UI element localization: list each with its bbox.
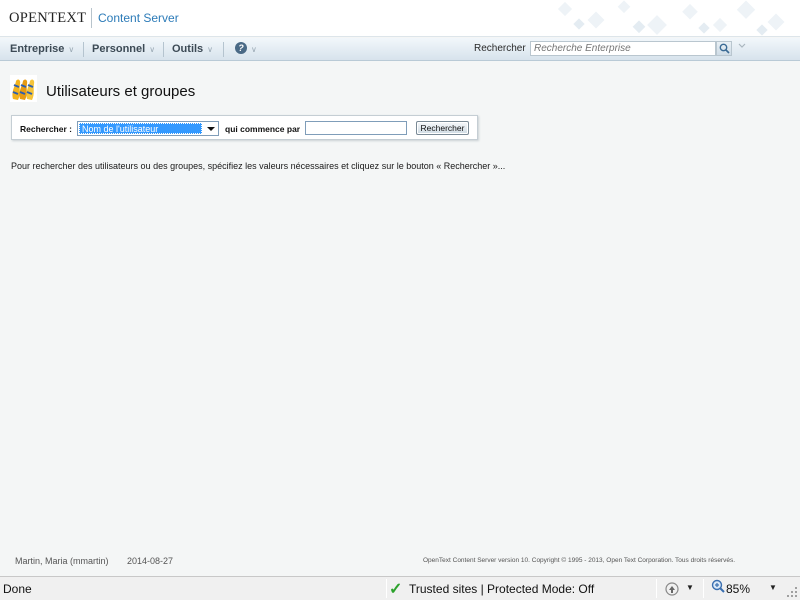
search-field-select[interactable]: Nom de l'utilisateur: [77, 121, 219, 136]
search-label: Rechercher: [474, 43, 526, 54]
menu-divider: [163, 42, 164, 57]
resize-grip-icon[interactable]: [786, 586, 798, 598]
menu-tools-label: Outils: [172, 43, 204, 55]
menu-help[interactable]: ? ∨: [235, 38, 257, 61]
menu-divider: [83, 42, 84, 57]
status-divider: [656, 579, 657, 598]
chevron-down-icon: ∨: [251, 45, 257, 54]
search-options-icon: [738, 43, 746, 48]
search-icon: [719, 43, 730, 54]
menu-personal[interactable]: Personnel ∨: [92, 38, 155, 61]
zoom-icon[interactable]: [711, 579, 725, 596]
logo-text: Text: [48, 10, 87, 26]
chevron-down-icon: ∨: [207, 45, 214, 54]
product-name: Content Server: [98, 11, 179, 25]
status-text: Done: [3, 582, 32, 596]
status-divider: [703, 579, 704, 598]
security-zone-text[interactable]: Trusted sites | Protected Mode: Off: [409, 582, 594, 596]
footer-date: 2014-08-27: [127, 556, 174, 566]
chevron-down-icon[interactable]: ▼: [686, 583, 694, 592]
operator-label: qui commence par: [225, 124, 301, 134]
user-group-search-form: Rechercher : Nom de l'utilisateur qui co…: [11, 115, 478, 140]
header-decoration: [557, 0, 785, 36]
menu-enterprise-label: Entreprise: [10, 43, 65, 55]
logo-open: Open: [9, 10, 49, 26]
global-menu-bar: Entreprise ∨ Personnel ∨ Outils ∨ ? ∨ Recher…: [0, 38, 800, 61]
app-header: OpenText Content Server: [0, 0, 800, 37]
copyright-notice: OpenText Content Server version 10. Copy…: [423, 557, 736, 564]
chevron-down-icon[interactable]: ▼: [769, 583, 777, 592]
opentext-logo: OpenText: [9, 10, 86, 27]
search-button[interactable]: [716, 41, 732, 56]
popup-blocker-icon[interactable]: [664, 581, 680, 597]
enterprise-search-input[interactable]: [530, 41, 716, 56]
find-button[interactable]: Rechercher: [416, 121, 469, 135]
logo-divider: [91, 8, 92, 28]
browser-page: OpenText Content Server Entreprise ∨ Pers…: [0, 0, 800, 600]
chevron-down-icon: ∨: [68, 45, 75, 54]
users-groups-icon: [10, 75, 37, 102]
chevron-down-icon: ∨: [149, 45, 156, 54]
page-title: Utilisateurs et groupes: [46, 83, 196, 100]
help-icon: ?: [235, 42, 247, 55]
check-icon: ✓: [389, 581, 403, 598]
browser-status-bar: Done ✓ Trusted sites | Protected Mode: O…: [0, 576, 800, 600]
search-options-button[interactable]: [736, 41, 748, 56]
menu-enterprise[interactable]: Entreprise ∨: [10, 38, 74, 61]
zoom-level[interactable]: 85%: [726, 582, 750, 596]
chevron-down-icon[interactable]: [205, 123, 217, 134]
current-user: Martin, Maria (mmartin): [15, 556, 109, 566]
search-value-input[interactable]: [305, 121, 407, 135]
search-instructions: Pour rechercher des utilisateurs ou des …: [11, 161, 506, 171]
menu-personal-label: Personnel: [92, 43, 146, 55]
search-field-label: Rechercher :: [20, 124, 72, 134]
menu-divider: [223, 42, 224, 57]
search-field-selected: Nom de l'utilisateur: [79, 123, 202, 134]
status-divider: [386, 579, 387, 598]
menu-tools[interactable]: Outils ∨: [172, 38, 213, 61]
